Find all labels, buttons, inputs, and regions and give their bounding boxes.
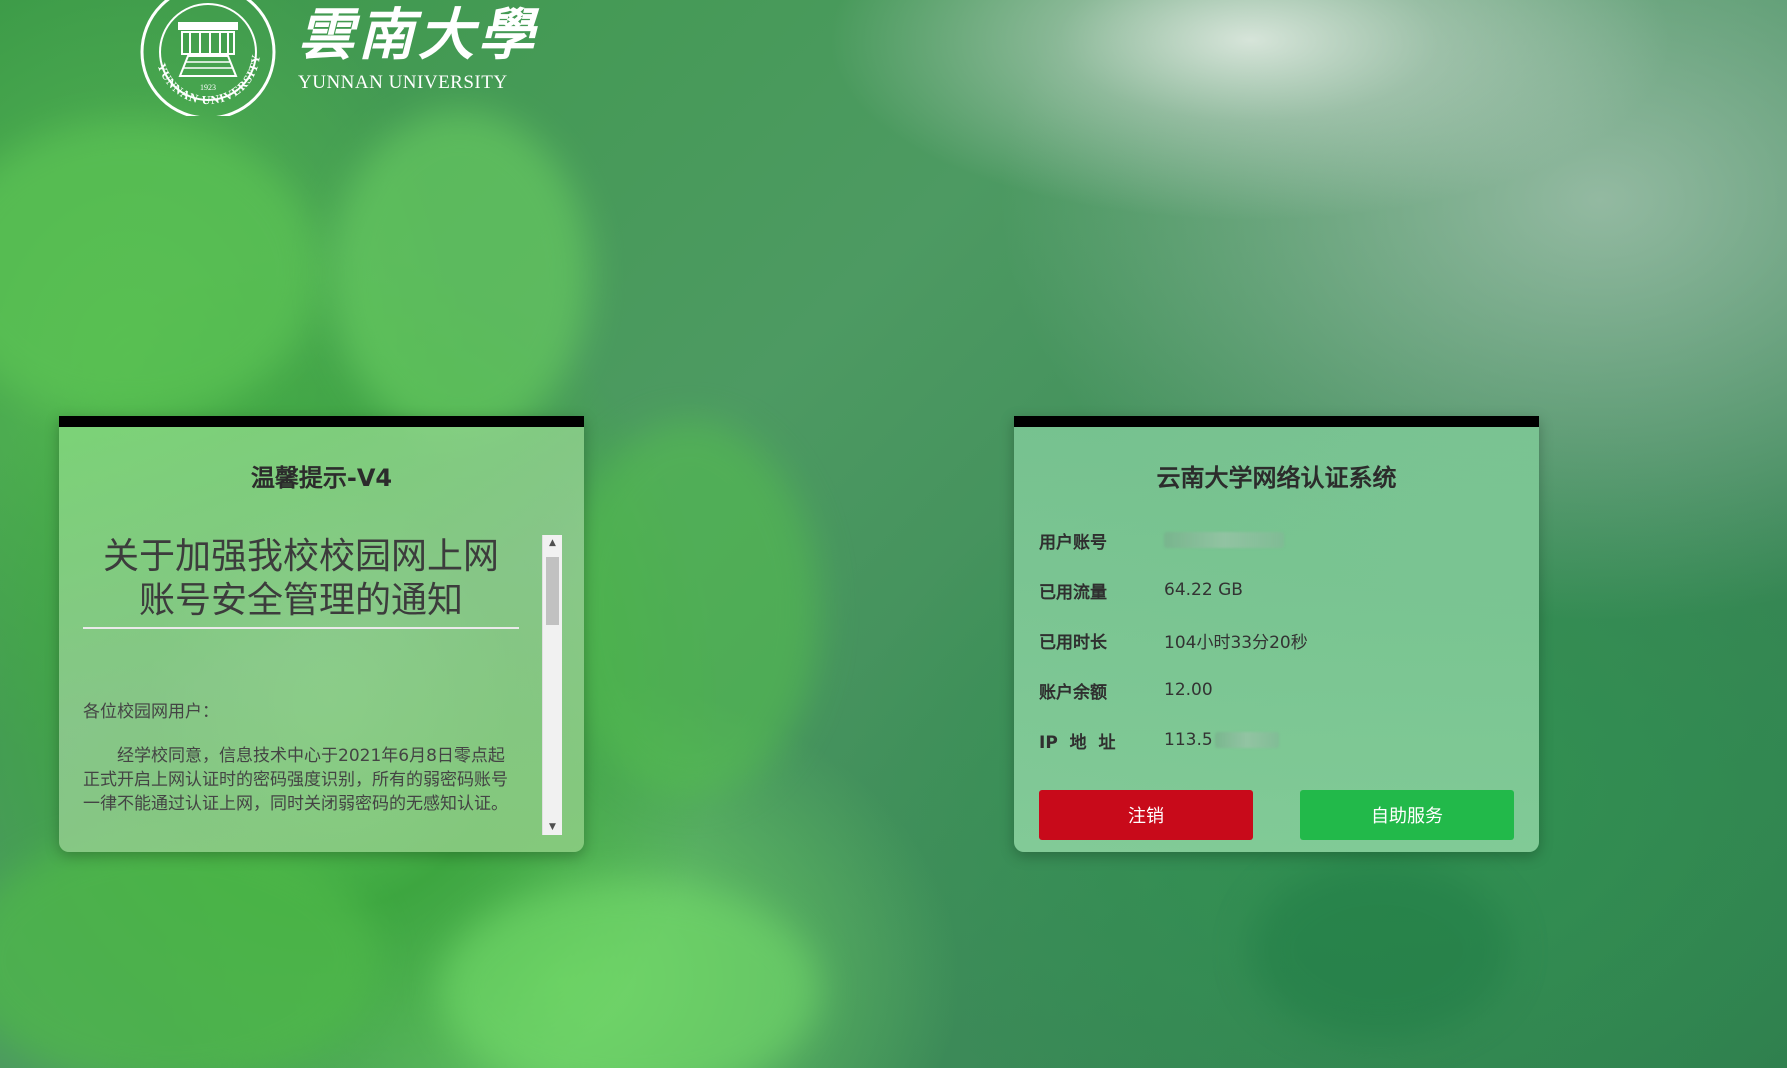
account-panel-title: 云南大学网络认证系统 xyxy=(1156,464,1397,492)
info-label: 已用流量 xyxy=(1039,582,1107,603)
scroll-thumb[interactable] xyxy=(546,557,559,625)
redacted-mask xyxy=(1214,732,1279,748)
notice-body: 经学校同意，信息技术中心于2021年6月8日零点起正式开启上网认证时的密码强度识… xyxy=(83,746,508,814)
info-row-username: 用户账号 xyxy=(1039,515,1514,565)
info-label: IP 地 址 xyxy=(1039,732,1116,753)
university-seal-icon: YUNNAN UNIVERSITY 1923 xyxy=(140,0,276,116)
background-leaf xyxy=(560,420,820,800)
university-name-cn: 雲南大學 xyxy=(298,2,538,68)
seal-year: 1923 xyxy=(200,83,216,92)
scroll-up-arrow-icon[interactable]: ▲ xyxy=(543,535,562,551)
info-row-duration: 已用时长 104小时33分20秒 xyxy=(1039,615,1514,665)
ip-value: 113.5 xyxy=(1164,730,1213,750)
info-value-username xyxy=(1164,530,1284,550)
background-leaf xyxy=(1250,860,1510,1040)
info-value-duration: 104小时33分20秒 xyxy=(1164,632,1308,653)
notice-panel: 温馨提示-V4 关于加强我校校园网上网账号安全管理的通知 各位校园网用户： 经学… xyxy=(59,416,584,852)
redacted-mask xyxy=(1164,532,1284,548)
svg-text:YUNNAN UNIVERSITY: YUNNAN UNIVERSITY xyxy=(155,53,264,107)
notice-heading: 关于加强我校校园网上网账号安全管理的通知 xyxy=(83,535,519,629)
notice-scroll-area[interactable]: 关于加强我校校园网上网账号安全管理的通知 各位校园网用户： 经学校同意，信息技术… xyxy=(83,535,562,835)
background-leaf xyxy=(0,120,320,420)
info-label: 账户余额 xyxy=(1039,682,1107,703)
info-row-traffic: 已用流量 64.22 GB xyxy=(1039,565,1514,615)
login-status-page: YUNNAN UNIVERSITY 1923 雲南大學 YUNNAN UNIVE… xyxy=(0,0,1787,1068)
info-row-balance: 账户余额 12.00 xyxy=(1039,665,1514,715)
info-row-ip: IP 地 址 113.5 xyxy=(1039,715,1514,765)
account-info-list: 用户账号 已用流量 64.22 GB 已用时长 104小时33分20秒 账户余额… xyxy=(1039,515,1514,765)
notice-panel-title: 温馨提示-V4 xyxy=(250,464,393,492)
university-name-en: YUNNAN UNIVERSITY xyxy=(298,72,508,93)
info-value-traffic: 64.22 GB xyxy=(1164,580,1243,600)
notice-greeting: 各位校园网用户： xyxy=(83,702,219,722)
account-panel: 云南大学网络认证系统 用户账号 已用流量 64.22 GB 已用时长 104小时… xyxy=(1014,416,1539,852)
logout-button[interactable]: 注销 xyxy=(1039,790,1253,840)
background-leaf xyxy=(440,880,820,1068)
seal-text: YUNNAN UNIVERSITY xyxy=(155,53,263,107)
notice-scrollbar[interactable]: ▲ ▼ xyxy=(542,535,562,835)
background-leaf xyxy=(330,110,590,440)
info-value-ip: 113.5 xyxy=(1164,730,1279,750)
self-service-button[interactable]: 自助服务 xyxy=(1300,790,1514,840)
university-logo: YUNNAN UNIVERSITY 1923 雲南大學 YUNNAN UNIVE… xyxy=(140,0,538,116)
action-buttons: 注销 自助服务 xyxy=(1039,790,1514,840)
scroll-down-arrow-icon[interactable]: ▼ xyxy=(543,819,562,835)
info-value-balance: 12.00 xyxy=(1164,680,1213,700)
background-leaf xyxy=(0,830,380,1068)
notice-content: 关于加强我校校园网上网账号安全管理的通知 各位校园网用户： 经学校同意，信息技术… xyxy=(83,535,519,835)
info-label: 已用时长 xyxy=(1039,632,1107,653)
info-label: 用户账号 xyxy=(1039,532,1107,553)
